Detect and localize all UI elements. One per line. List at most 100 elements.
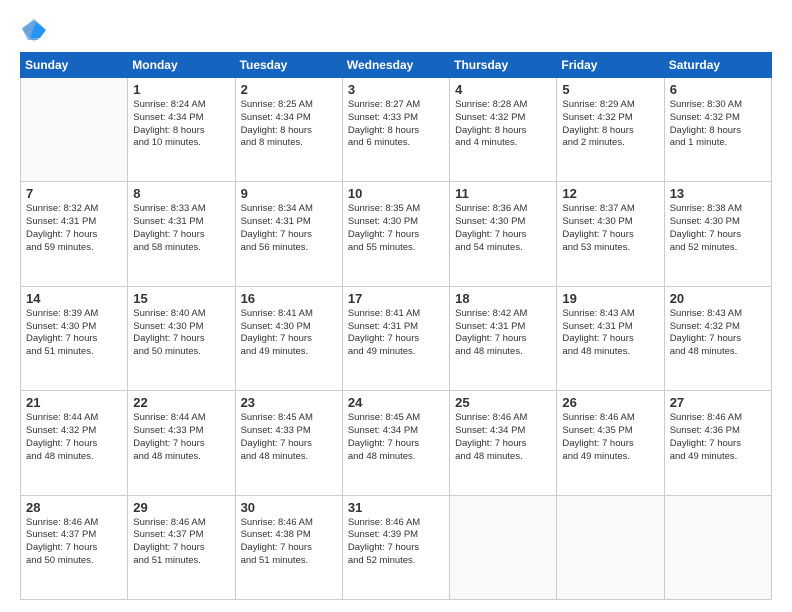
day-info: Sunrise: 8:46 AMSunset: 4:34 PMDaylight:… <box>455 412 551 463</box>
day-info: Sunrise: 8:43 AMSunset: 4:32 PMDaylight:… <box>670 308 766 359</box>
col-header-tuesday: Tuesday <box>235 53 342 78</box>
day-number: 7 <box>26 186 122 201</box>
day-info: Sunrise: 8:44 AMSunset: 4:32 PMDaylight:… <box>26 412 122 463</box>
col-header-monday: Monday <box>128 53 235 78</box>
calendar-cell: 29Sunrise: 8:46 AMSunset: 4:37 PMDayligh… <box>128 495 235 599</box>
day-info: Sunrise: 8:46 AMSunset: 4:35 PMDaylight:… <box>562 412 658 463</box>
day-number: 14 <box>26 291 122 306</box>
calendar-cell: 26 Sunrise: 8:46 AMSunset: 4:35 PMDayligh… <box>557 391 664 495</box>
calendar-cell <box>450 495 557 599</box>
day-info: Sunrise: 8:41 AMSunset: 4:30 PMDaylight:… <box>241 308 337 359</box>
col-header-saturday: Saturday <box>664 53 771 78</box>
day-info: Sunrise: 8:46 AMSunset: 4:36 PMDaylight:… <box>670 412 766 463</box>
day-number: 23 <box>241 395 337 410</box>
day-number: 30 <box>241 500 337 515</box>
day-info: Sunrise: 8:46 AMSunset: 4:38 PMDaylight:… <box>241 517 337 568</box>
calendar-cell: 1Sunrise: 8:24 AMSunset: 4:34 PMDaylight… <box>128 78 235 182</box>
calendar-cell: 10Sunrise: 8:35 AMSunset: 4:30 PMDayligh… <box>342 182 449 286</box>
header <box>20 16 772 44</box>
calendar-cell <box>664 495 771 599</box>
day-number: 16 <box>241 291 337 306</box>
calendar-cell: 4Sunrise: 8:28 AMSunset: 4:32 PMDaylight… <box>450 78 557 182</box>
day-number: 28 <box>26 500 122 515</box>
calendar-cell: 5 Sunrise: 8:29 AMSunset: 4:32 PMDaylight… <box>557 78 664 182</box>
col-header-thursday: Thursday <box>450 53 557 78</box>
day-info: Sunrise: 8:39 AMSunset: 4:30 PMDaylight:… <box>26 308 122 359</box>
calendar-cell: 8 Sunrise: 8:33 AMSunset: 4:31 PMDaylight… <box>128 182 235 286</box>
col-header-friday: Friday <box>557 53 664 78</box>
day-info: Sunrise: 8:41 AMSunset: 4:31 PMDaylight:… <box>348 308 444 359</box>
calendar-cell: 21 Sunrise: 8:44 AMSunset: 4:32 PMDayligh… <box>21 391 128 495</box>
calendar-cell: 17 Sunrise: 8:41 AMSunset: 4:31 PMDayligh… <box>342 286 449 390</box>
day-info: Sunrise: 8:43 AMSunset: 4:31 PMDaylight:… <box>562 308 658 359</box>
day-info: Sunrise: 8:45 AMSunset: 4:33 PMDaylight:… <box>241 412 337 463</box>
day-number: 6 <box>670 82 766 97</box>
day-info: Sunrise: 8:29 AMSunset: 4:32 PMDaylight:… <box>562 99 658 150</box>
day-number: 27 <box>670 395 766 410</box>
day-info: Sunrise: 8:40 AMSunset: 4:30 PMDaylight:… <box>133 308 229 359</box>
calendar-cell: 13Sunrise: 8:38 AMSunset: 4:30 PMDayligh… <box>664 182 771 286</box>
day-number: 9 <box>241 186 337 201</box>
logo <box>20 16 52 44</box>
calendar-row-5: 28 Sunrise: 8:46 AMSunset: 4:37 PMDayligh… <box>21 495 772 599</box>
day-number: 10 <box>348 186 444 201</box>
day-info: Sunrise: 8:36 AMSunset: 4:30 PMDaylight:… <box>455 203 551 254</box>
calendar-cell: 23 Sunrise: 8:45 AMSunset: 4:33 PMDayligh… <box>235 391 342 495</box>
calendar-cell: 6 Sunrise: 8:30 AMSunset: 4:32 PMDaylight… <box>664 78 771 182</box>
calendar-cell: 22 Sunrise: 8:44 AMSunset: 4:33 PMDayligh… <box>128 391 235 495</box>
day-number: 21 <box>26 395 122 410</box>
calendar-cell <box>557 495 664 599</box>
calendar-row-3: 14 Sunrise: 8:39 AMSunset: 4:30 PMDayligh… <box>21 286 772 390</box>
calendar-table: SundayMondayTuesdayWednesdayThursdayFrid… <box>20 52 772 600</box>
day-info: Sunrise: 8:34 AMSunset: 4:31 PMDaylight:… <box>241 203 337 254</box>
day-number: 19 <box>562 291 658 306</box>
calendar-row-4: 21 Sunrise: 8:44 AMSunset: 4:32 PMDayligh… <box>21 391 772 495</box>
day-info: Sunrise: 8:25 AMSunset: 4:34 PMDaylight:… <box>241 99 337 150</box>
day-number: 13 <box>670 186 766 201</box>
day-number: 20 <box>670 291 766 306</box>
day-info: Sunrise: 8:45 AMSunset: 4:34 PMDaylight:… <box>348 412 444 463</box>
day-info: Sunrise: 8:46 AMSunset: 4:37 PMDaylight:… <box>133 517 229 568</box>
calendar-cell: 18Sunrise: 8:42 AMSunset: 4:31 PMDayligh… <box>450 286 557 390</box>
calendar-cell: 15 Sunrise: 8:40 AMSunset: 4:30 PMDayligh… <box>128 286 235 390</box>
day-number: 5 <box>562 82 658 97</box>
day-number: 25 <box>455 395 551 410</box>
day-info: Sunrise: 8:46 AMSunset: 4:39 PMDaylight:… <box>348 517 444 568</box>
day-number: 2 <box>241 82 337 97</box>
day-number: 3 <box>348 82 444 97</box>
day-number: 26 <box>562 395 658 410</box>
day-info: Sunrise: 8:27 AMSunset: 4:33 PMDaylight:… <box>348 99 444 150</box>
calendar-cell: 2 Sunrise: 8:25 AMSunset: 4:34 PMDaylight… <box>235 78 342 182</box>
day-number: 1 <box>133 82 229 97</box>
day-info: Sunrise: 8:28 AMSunset: 4:32 PMDaylight:… <box>455 99 551 150</box>
calendar-cell: 24 Sunrise: 8:45 AMSunset: 4:34 PMDayligh… <box>342 391 449 495</box>
calendar-cell: 19 Sunrise: 8:43 AMSunset: 4:31 PMDayligh… <box>557 286 664 390</box>
day-number: 31 <box>348 500 444 515</box>
day-number: 15 <box>133 291 229 306</box>
day-number: 24 <box>348 395 444 410</box>
calendar-cell: 20 Sunrise: 8:43 AMSunset: 4:32 PMDayligh… <box>664 286 771 390</box>
day-info: Sunrise: 8:46 AMSunset: 4:37 PMDaylight:… <box>26 517 122 568</box>
day-info: Sunrise: 8:32 AMSunset: 4:31 PMDaylight:… <box>26 203 122 254</box>
calendar-cell: 3 Sunrise: 8:27 AMSunset: 4:33 PMDaylight… <box>342 78 449 182</box>
day-number: 17 <box>348 291 444 306</box>
calendar-row-2: 7 Sunrise: 8:32 AMSunset: 4:31 PMDaylight… <box>21 182 772 286</box>
day-info: Sunrise: 8:44 AMSunset: 4:33 PMDaylight:… <box>133 412 229 463</box>
day-number: 18 <box>455 291 551 306</box>
logo-icon <box>20 16 48 44</box>
calendar-cell: 31 Sunrise: 8:46 AMSunset: 4:39 PMDayligh… <box>342 495 449 599</box>
calendar-cell: 27 Sunrise: 8:46 AMSunset: 4:36 PMDayligh… <box>664 391 771 495</box>
header-row: SundayMondayTuesdayWednesdayThursdayFrid… <box>21 53 772 78</box>
day-number: 11 <box>455 186 551 201</box>
day-number: 22 <box>133 395 229 410</box>
calendar-cell: 12Sunrise: 8:37 AMSunset: 4:30 PMDayligh… <box>557 182 664 286</box>
calendar-cell: 28 Sunrise: 8:46 AMSunset: 4:37 PMDayligh… <box>21 495 128 599</box>
day-number: 8 <box>133 186 229 201</box>
page: SundayMondayTuesdayWednesdayThursdayFrid… <box>0 0 792 612</box>
col-header-wednesday: Wednesday <box>342 53 449 78</box>
day-info: Sunrise: 8:37 AMSunset: 4:30 PMDaylight:… <box>562 203 658 254</box>
calendar-cell: 14 Sunrise: 8:39 AMSunset: 4:30 PMDayligh… <box>21 286 128 390</box>
calendar-row-1: 1Sunrise: 8:24 AMSunset: 4:34 PMDaylight… <box>21 78 772 182</box>
day-info: Sunrise: 8:30 AMSunset: 4:32 PMDaylight:… <box>670 99 766 150</box>
day-info: Sunrise: 8:33 AMSunset: 4:31 PMDaylight:… <box>133 203 229 254</box>
